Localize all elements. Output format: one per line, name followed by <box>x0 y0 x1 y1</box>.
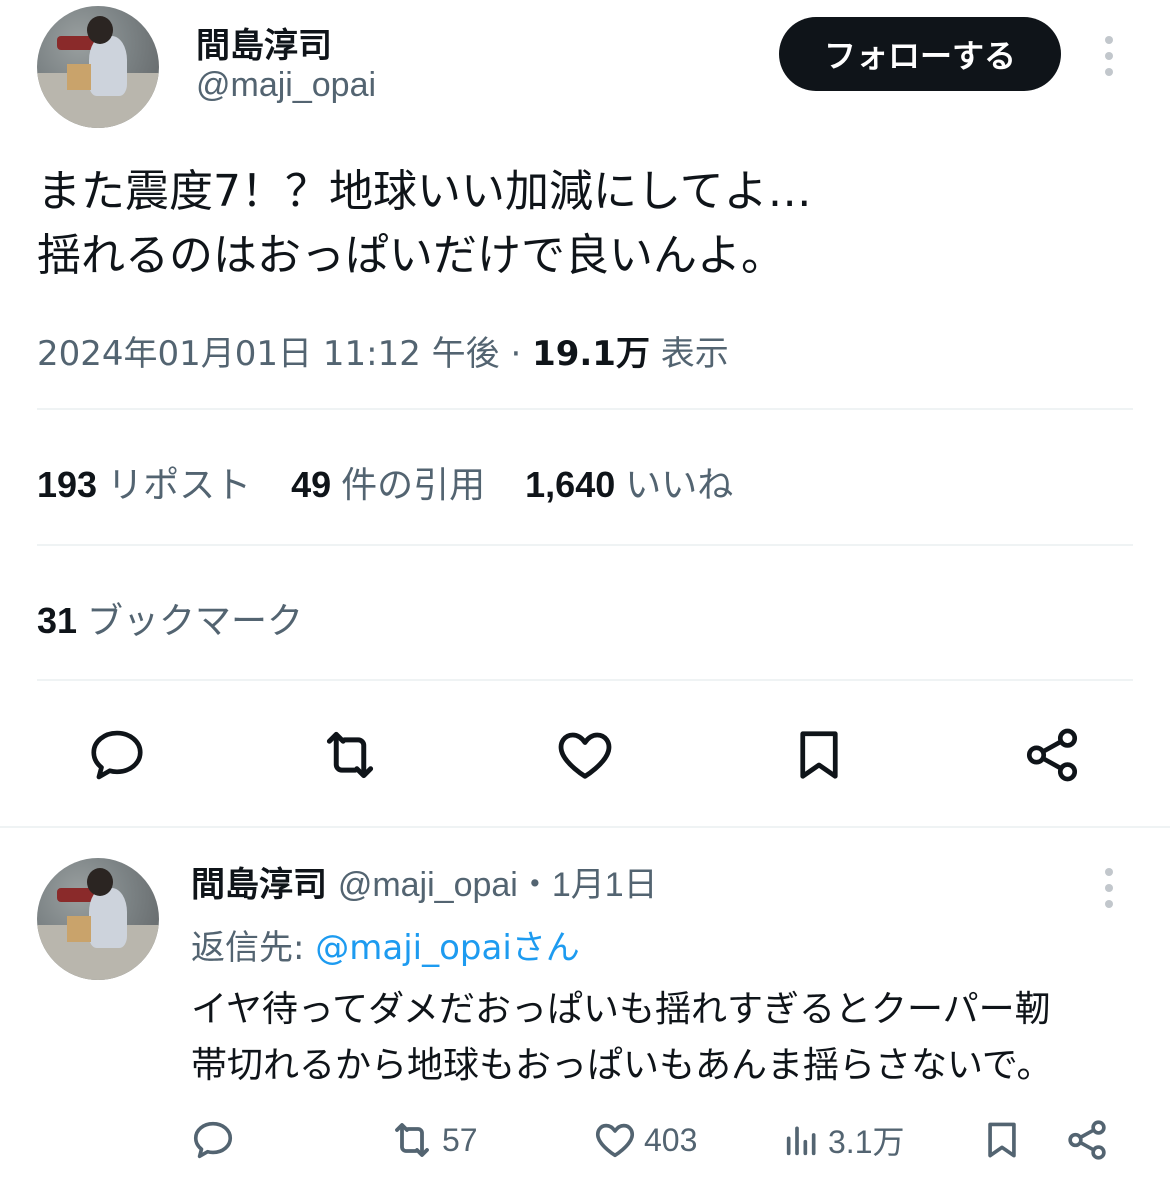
reposts-label: リポスト <box>107 465 252 506</box>
reply-author-avatar[interactable] <box>37 858 159 980</box>
bookmark-icon <box>988 1122 1016 1158</box>
likes-count: 1,640 <box>525 464 616 505</box>
bookmarks-stat[interactable]: 31 ブックマーク <box>37 592 303 644</box>
tweet-timestamp[interactable]: 2024年01月01日 11:12 午後 · <box>37 334 532 374</box>
like-icon[interactable] <box>550 720 620 790</box>
reply-to-mention[interactable]: @maji_opaiさん <box>315 928 580 968</box>
bookmark-stats: 31 ブックマーク <box>37 592 303 644</box>
views-label: 表示 <box>649 334 729 374</box>
author-name[interactable]: 間島淳司 <box>196 18 332 67</box>
tweet-text-line: 揺れるのはおっぱいだけで良いんよ。 <box>37 230 785 281</box>
quotes-label: 件の引用 <box>341 465 486 506</box>
reply-views-count: 3.1万 <box>828 1124 905 1160</box>
reply-share-button[interactable] <box>1064 1110 1110 1170</box>
section-separator <box>0 826 1170 828</box>
divider <box>37 679 1133 681</box>
reply-more-vertical-icon[interactable] <box>1103 868 1115 908</box>
views-icon <box>786 1126 816 1156</box>
reply-bookmark-button[interactable] <box>980 1110 1024 1170</box>
reposts-count: 193 <box>37 464 98 505</box>
retweet-icon[interactable] <box>315 720 385 790</box>
divider <box>37 544 1133 546</box>
likes-stat[interactable]: 1,640 いいね <box>525 456 733 508</box>
share-icon <box>1068 1120 1106 1160</box>
bookmarks-count: 31 <box>37 600 78 641</box>
reply-actions: 57 403 3.1万 <box>0 1110 1170 1170</box>
reply-icon <box>193 1121 233 1159</box>
reposts-stat[interactable]: 193 リポスト <box>37 456 251 508</box>
divider <box>37 408 1133 410</box>
reply-retweet-button[interactable]: 57 <box>388 1110 478 1170</box>
bookmarks-label: ブックマーク <box>87 601 304 642</box>
tweet-meta: 2024年01月01日 11:12 午後 · 19.1万 表示 <box>37 326 729 375</box>
tweet-text-line: また震度7！？地球いい加減にしてよ… <box>37 166 812 217</box>
follow-button[interactable]: フォローする <box>779 17 1061 91</box>
author-handle[interactable]: @maji_opai <box>196 66 376 105</box>
reply-text-line: イヤ待ってダメだおっぱいも揺れすぎるとクーパー靭 <box>191 989 1051 1030</box>
author-avatar[interactable] <box>37 6 159 128</box>
share-icon[interactable] <box>1017 720 1087 790</box>
quotes-count: 49 <box>291 464 332 505</box>
reply-to-prefix: 返信先: <box>191 928 316 968</box>
reply-text: イヤ待ってダメだおっぱいも揺れすぎるとクーパー靭 帯切れるから地球もおっぱいもあ… <box>191 982 1151 1094</box>
reply-retweet-count: 57 <box>442 1121 478 1158</box>
reply-icon[interactable] <box>82 720 152 790</box>
engagement-stats: 193 リポスト 49 件の引用 1,640 いいね <box>37 456 733 508</box>
views-count: 19.1万 <box>532 334 650 374</box>
reply-like-button[interactable]: 403 <box>592 1110 697 1170</box>
reply-author-handle[interactable]: @maji_opai <box>338 866 518 904</box>
tweet-actions <box>0 720 1170 790</box>
reply-author-name[interactable]: 間島淳司 <box>191 865 327 905</box>
like-icon <box>595 1123 635 1158</box>
reply-text-line: 帯切れるから地球もおっぱいもあんま揺らさないで。 <box>191 1045 1053 1086</box>
reply-header: 間島淳司 @maji_opai・1月1日 <box>191 857 658 906</box>
reply-views-button[interactable]: 3.1万 <box>782 1110 905 1170</box>
bookmark-icon[interactable] <box>784 720 854 790</box>
reply-to: 返信先: @maji_opaiさん <box>191 920 580 969</box>
reply-date[interactable]: ・1月1日 <box>518 866 658 904</box>
quotes-stat[interactable]: 49 件の引用 <box>291 456 485 508</box>
reply-like-count: 403 <box>644 1121 698 1158</box>
tweet-text: また震度7！？地球いい加減にしてよ… 揺れるのはおっぱいだけで良いんよ。 <box>37 160 1127 288</box>
more-vertical-icon[interactable] <box>1103 36 1115 76</box>
retweet-icon <box>395 1123 429 1157</box>
reply-reply-button[interactable] <box>190 1110 236 1170</box>
likes-label: いいね <box>625 465 734 506</box>
